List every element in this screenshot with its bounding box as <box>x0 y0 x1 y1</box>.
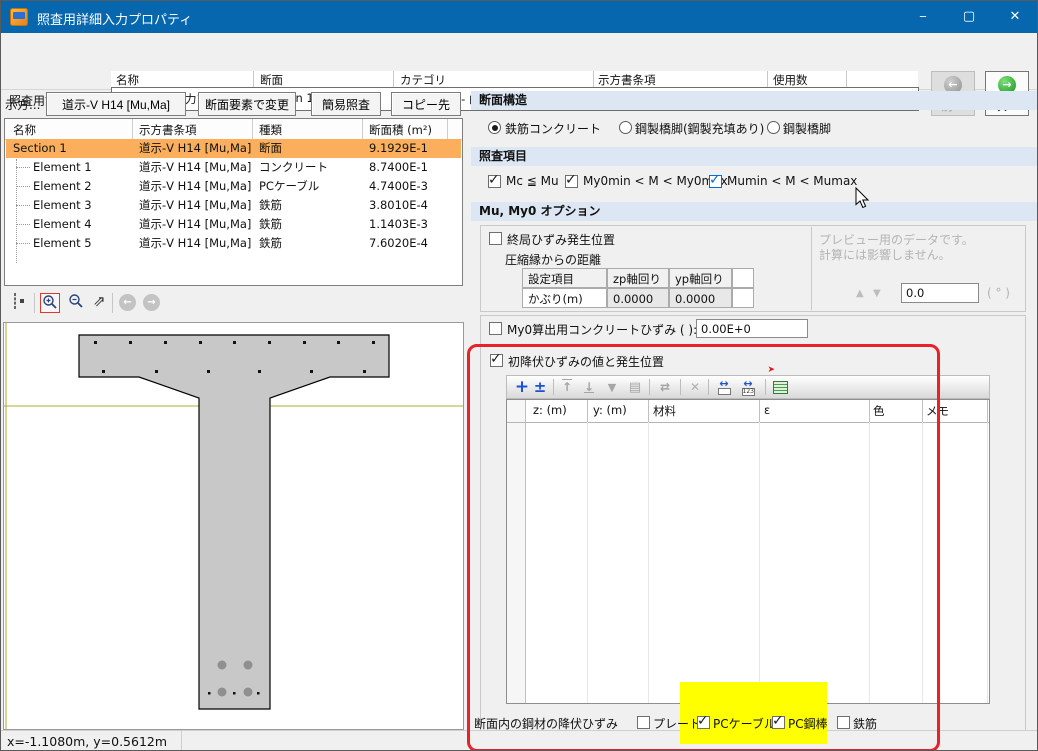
spec-truncated-label: 示方... <box>5 96 40 113</box>
fit-view-icon[interactable] <box>14 293 16 309</box>
mouse-cursor <box>853 187 873 209</box>
cover-zp-value[interactable]: 0.0000 <box>607 288 669 308</box>
elements-table: 名称 示方書条項 種類 断面積 (m²) Section 1 道示-V H14 … <box>4 118 463 286</box>
annotation-red-box <box>467 344 940 751</box>
col-header-category: カテゴリ <box>400 72 446 88</box>
copy-to-button[interactable]: コピー先 <box>391 92 461 116</box>
cover-distance-label: 圧縮縁からの距離 <box>505 251 601 268</box>
canvas-toolbar <box>4 288 463 320</box>
titlebar: 照査用詳細入力プロパティ <box>1 1 1037 33</box>
cross-section-drawing <box>4 323 463 729</box>
spec-button[interactable]: 道示-V H14 [Mu,Ma] <box>46 92 186 116</box>
cover-yp-value[interactable]: 0.0000 <box>669 288 732 308</box>
zoom-out-icon[interactable] <box>66 293 86 313</box>
minimize-button[interactable] <box>900 1 946 33</box>
check-items-header: 照査項目 <box>471 147 1037 166</box>
view-back-icon[interactable] <box>119 294 136 311</box>
angle-up-icon[interactable]: ▲ <box>856 288 864 299</box>
status-coordinates: x=-1.1080m, y=0.5612m <box>7 734 167 749</box>
section-canvas[interactable] <box>3 322 464 730</box>
angle-input[interactable]: 0.0 <box>901 283 979 303</box>
close-button[interactable] <box>992 1 1038 33</box>
mu-my0-options-header: Mu, My0 オプション <box>471 202 1037 221</box>
col-header-spec: 示方書条項 <box>598 72 656 88</box>
col-header-name: 名称 <box>116 72 139 88</box>
change-by-element-button[interactable]: 断面要素で変更 <box>198 92 296 116</box>
elements-table-header: 名称 示方書条項 種類 断面積 (m²) <box>5 119 462 140</box>
col-header-usecount: 使用数 <box>773 72 808 88</box>
table-row-element[interactable]: Element 3 道示-V H14 [Mu,Ma] 鉄筋 3.8010E-4 <box>6 196 461 215</box>
tree-connector <box>16 243 30 245</box>
ultimate-strain-checkbox[interactable] <box>489 232 502 245</box>
zoom-in-icon[interactable] <box>40 293 60 313</box>
radio-steel-pier-filled[interactable] <box>619 121 632 134</box>
tree-connector <box>16 186 30 188</box>
tree-connector <box>16 167 30 169</box>
col-header-section: 断面 <box>260 72 283 88</box>
window-title: 照査用詳細入力プロパティ <box>37 9 192 28</box>
dialog-window: 照査用詳細入力プロパティ 照査用詳細入力： 名称 断面 カテゴリ 示方書条項 使… <box>0 0 1038 751</box>
angle-unit-label: ( ° ) <box>987 286 1010 300</box>
simple-check-button[interactable]: 簡易照査 <box>311 92 381 116</box>
check-my0-range[interactable] <box>565 175 578 188</box>
section-structure-header: 断面構造 <box>471 91 1037 110</box>
view-forward-icon[interactable] <box>143 294 160 311</box>
preview-note-line2: 計算には影響しません。 <box>819 246 951 263</box>
tree-connector <box>16 224 30 226</box>
angle-down-icon[interactable]: ▼ <box>873 288 881 299</box>
tree-connector <box>16 159 18 263</box>
table-row-element[interactable]: Element 1 道示-V H14 [Mu,Ma] コンクリート 8.7400… <box>6 158 461 177</box>
table-row-section[interactable]: Section 1 道示-V H14 [Mu,Ma] 断面 9.1929E-1 <box>6 139 461 158</box>
my0-strain-checkbox[interactable] <box>489 322 502 335</box>
radio-reinforced-concrete[interactable] <box>488 121 501 134</box>
check-mc-mu[interactable] <box>488 175 501 188</box>
check-mu-range[interactable] <box>709 175 722 188</box>
tree-connector <box>16 205 30 207</box>
maximize-button[interactable] <box>946 1 992 33</box>
top-form: 照査用詳細入力： 名称 断面 カテゴリ 示方書条項 使用数 照査用詳細入力1 S… <box>1 33 1038 90</box>
table-row-element[interactable]: Element 5 道示-V H14 [Mu,Ma] 鉄筋 7.6020E-4 <box>6 234 461 253</box>
table-row-element[interactable]: Element 4 道示-V H14 [Mu,Ma] 鉄筋 1.1403E-3 <box>6 215 461 234</box>
pan-arrow-icon[interactable] <box>93 292 106 310</box>
table-row-element[interactable]: Element 2 道示-V H14 [Mu,Ma] PCケーブル 4.7400… <box>6 177 461 196</box>
radio-steel-pier[interactable] <box>767 121 780 134</box>
my0-strain-input[interactable]: 0.00E+0 <box>696 319 808 338</box>
app-icon <box>10 8 28 26</box>
